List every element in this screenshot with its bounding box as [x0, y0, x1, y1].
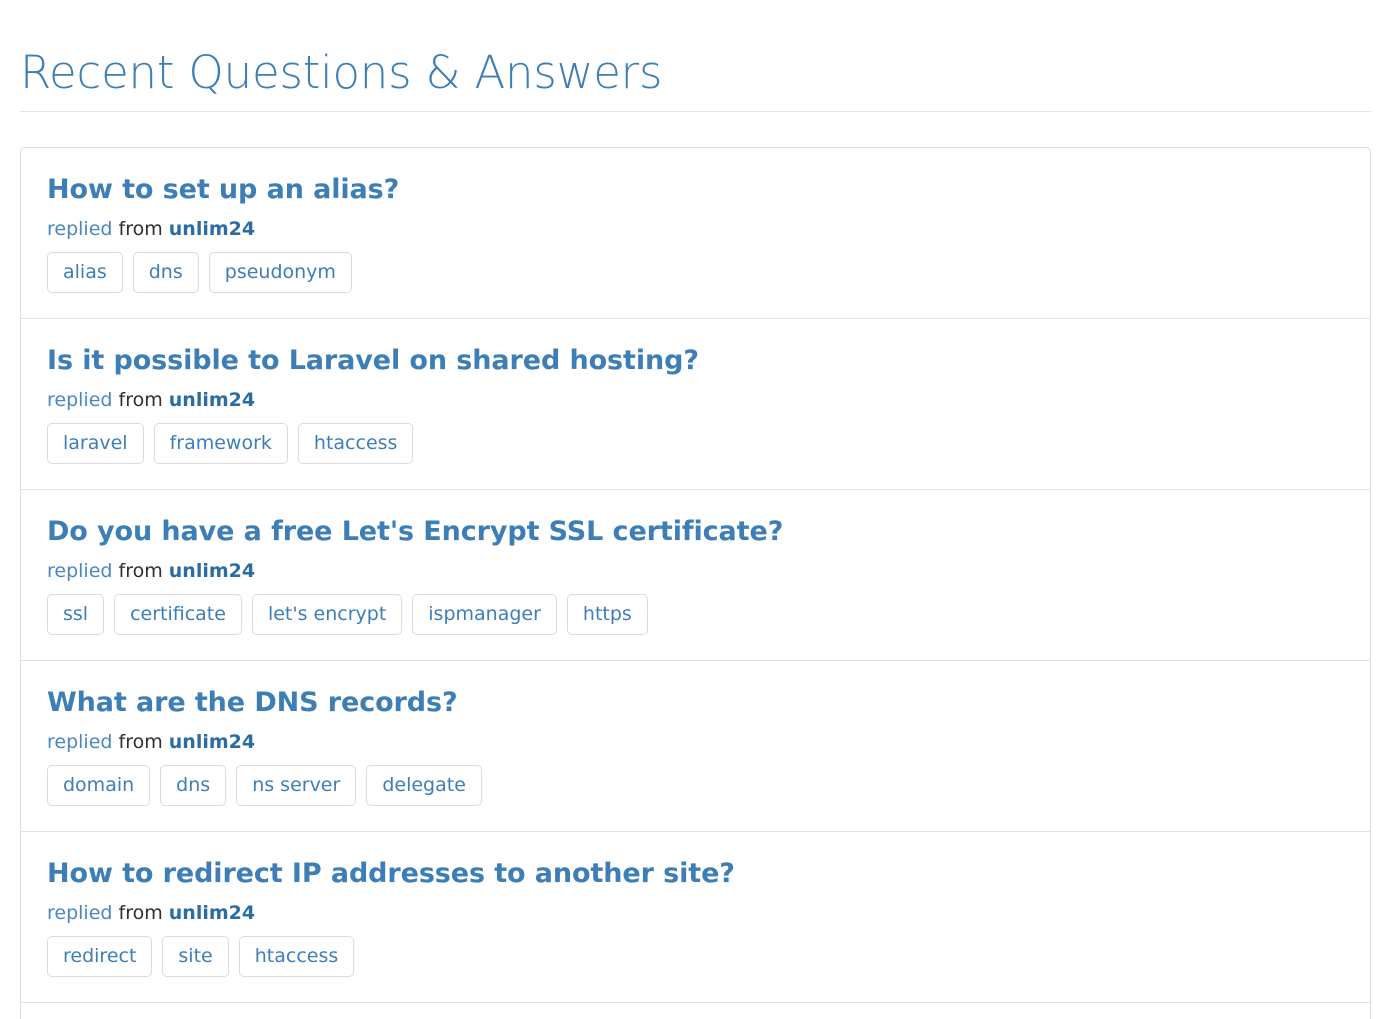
tag-chip[interactable]: https: [566, 594, 648, 635]
tag-chip[interactable]: site: [162, 936, 229, 977]
tag-chip[interactable]: alias: [47, 252, 123, 293]
author-link[interactable]: unlim24: [169, 731, 255, 753]
author-link[interactable]: unlim24: [169, 389, 255, 411]
tag-chip[interactable]: htaccess: [297, 423, 414, 464]
question-meta: replied from unlim24: [47, 217, 1344, 241]
activity-type-label[interactable]: replied: [47, 902, 112, 924]
author-link[interactable]: unlim24: [169, 902, 255, 924]
question-title-link[interactable]: Do you have a free Let's Encrypt SSL cer…: [47, 516, 1344, 548]
activity-type-label[interactable]: replied: [47, 389, 112, 411]
question-title-link[interactable]: How to set up an alias?: [47, 174, 1344, 206]
tag-chip[interactable]: framework: [153, 423, 288, 464]
tag-list: domain dns ns server delegate: [47, 765, 1344, 806]
from-label: from: [118, 560, 163, 582]
from-label: from: [118, 731, 163, 753]
tag-chip[interactable]: laravel: [47, 423, 144, 464]
from-label: from: [118, 218, 163, 240]
tag-chip[interactable]: htaccess: [238, 936, 355, 977]
from-label: from: [118, 389, 163, 411]
from-label: from: [118, 902, 163, 924]
tag-chip[interactable]: delegate: [366, 765, 482, 806]
tag-list: laravel framework htaccess: [47, 423, 1344, 464]
question-meta: replied from unlim24: [47, 901, 1344, 925]
tag-chip[interactable]: ispmanager: [412, 594, 557, 635]
author-link[interactable]: unlim24: [169, 218, 255, 240]
tag-chip[interactable]: ns server: [236, 765, 357, 806]
tag-chip[interactable]: dns: [160, 765, 227, 806]
tag-chip[interactable]: pseudonym: [208, 252, 352, 293]
activity-type-label[interactable]: replied: [47, 560, 112, 582]
question-meta: replied from unlim24: [47, 559, 1344, 583]
page-title: Recent Questions & Answers: [20, 46, 663, 100]
author-link[interactable]: unlim24: [169, 560, 255, 582]
question-meta: replied from unlim24: [47, 730, 1344, 754]
question-item: How to set up an alias? replied from unli…: [21, 148, 1370, 319]
tag-list: redirect site htaccess: [47, 936, 1344, 977]
tag-chip[interactable]: let's encrypt: [251, 594, 403, 635]
question-meta: replied from unlim24: [47, 388, 1344, 412]
recent-questions-page: Recent Questions & Answers How to set up…: [0, 0, 1391, 1019]
tag-chip[interactable]: domain: [47, 765, 151, 806]
tag-chip[interactable]: redirect: [47, 936, 153, 977]
tag-list: ssl certificate let's encrypt ispmanager htt…: [47, 594, 1344, 635]
question-item: Do you have a free Let's Encrypt SSL cer…: [21, 490, 1370, 661]
tag-chip[interactable]: ssl: [47, 594, 105, 635]
tag-chip[interactable]: dns: [132, 252, 199, 293]
tag-list: alias dns pseudonym: [47, 252, 1344, 293]
activity-type-label[interactable]: replied: [47, 218, 112, 240]
question-title-link[interactable]: Is it possible to Laravel on shared host…: [47, 345, 1344, 377]
question-item: [21, 1003, 1370, 1019]
question-title-link[interactable]: What are the DNS records?: [47, 687, 1344, 719]
question-item: How to redirect IP addresses to another …: [21, 832, 1370, 1003]
question-list: How to set up an alias? replied from unli…: [20, 147, 1371, 1019]
question-item: Is it possible to Laravel on shared host…: [21, 319, 1370, 490]
tag-chip[interactable]: certificate: [114, 594, 242, 635]
title-divider: [20, 111, 1371, 112]
activity-type-label[interactable]: replied: [47, 731, 112, 753]
question-title-link[interactable]: How to redirect IP addresses to another …: [47, 858, 1344, 890]
question-item: What are the DNS records? replied from un…: [21, 661, 1370, 832]
